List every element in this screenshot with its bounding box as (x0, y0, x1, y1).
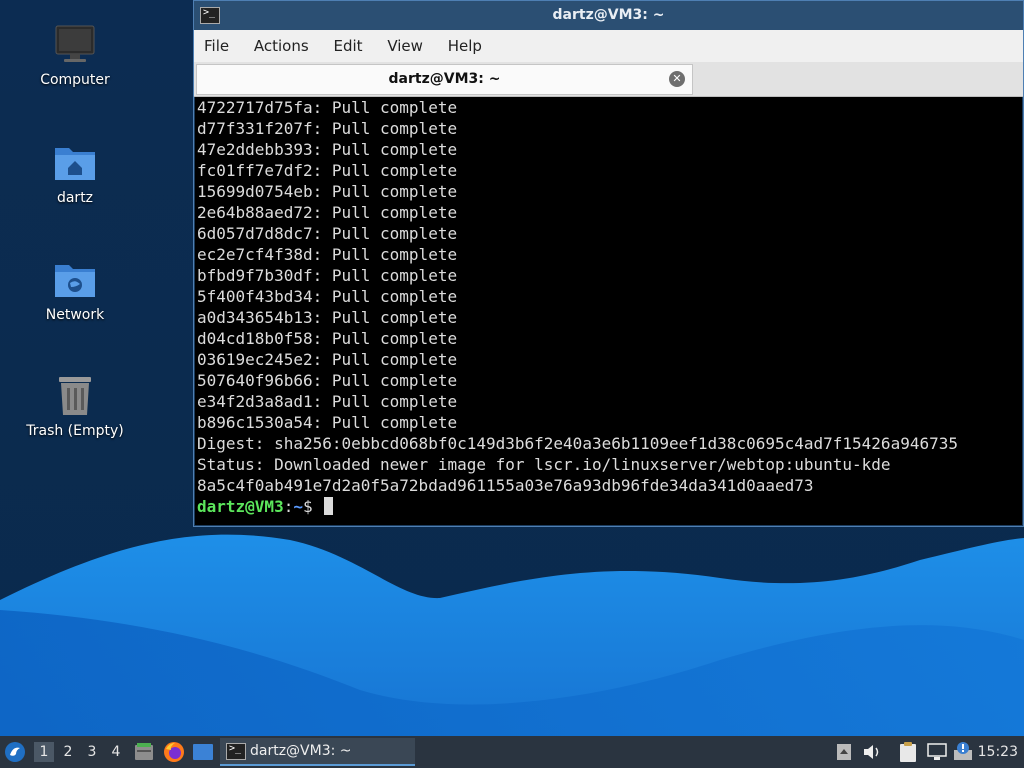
task-label: dartz@VM3: ~ (250, 743, 352, 759)
computer-icon (55, 25, 95, 62)
desktop-icon-label: dartz (56, 190, 94, 206)
prompt-separator: : (283, 497, 294, 516)
update-notifier-icon[interactable] (952, 741, 974, 763)
terminal-prompt: dartz@VM3:~$ (195, 496, 1022, 517)
desktop-icon-home[interactable]: dartz (10, 140, 140, 206)
terminal-output[interactable]: 4722717d75fa: Pull complete d77f331f207f:… (195, 97, 1022, 525)
terminal-lines: 4722717d75fa: Pull complete d77f331f207f:… (195, 97, 1022, 496)
network-status-icon[interactable] (926, 742, 948, 762)
terminal-line: b896c1530a54: Pull complete (197, 413, 458, 432)
terminal-app-icon: >_ (226, 743, 246, 760)
window-titlebar[interactable]: >_ dartz@VM3: ~ (194, 1, 1023, 30)
terminal-line: e34f2d3a8ad1: Pull complete (197, 392, 458, 411)
menu-view[interactable]: View (377, 30, 433, 62)
terminal-window[interactable]: >_ dartz@VM3: ~ File Actions Edit View H… (193, 0, 1024, 527)
terminal-line: Digest: sha256:0ebbcd068bf0c149d3b6f2e40… (197, 434, 958, 453)
tab-terminal[interactable]: dartz@VM3: ~ ✕ (196, 64, 693, 95)
desktop-icon-label: Trash (Empty) (26, 423, 124, 439)
terminal-line: 6d057d7d8dc7: Pull complete (197, 224, 458, 243)
taskbar-terminal-task[interactable]: >_ dartz@VM3: ~ (220, 738, 415, 766)
close-icon[interactable]: ✕ (669, 71, 685, 87)
terminal-line: 4722717d75fa: Pull complete (197, 98, 458, 117)
clipboard-icon[interactable] (898, 741, 918, 763)
network-folder-icon (55, 265, 95, 297)
start-menu-icon[interactable] (4, 741, 26, 763)
keyboard-layout-icon[interactable] (836, 743, 852, 761)
menu-actions[interactable]: Actions (244, 30, 319, 62)
workspace-1[interactable]: 1 (34, 742, 54, 762)
menu-bar: File Actions Edit View Help (194, 30, 1023, 62)
text-cursor (324, 497, 334, 515)
terminal-line: 15699d0754eb: Pull complete (197, 182, 458, 201)
terminal-line: fc01ff7e7df2: Pull complete (197, 161, 458, 180)
menu-edit[interactable]: Edit (323, 30, 372, 62)
terminal-line: 2e64b88aed72: Pull complete (197, 203, 458, 222)
terminal-line: 03619ec245e2: Pull complete (197, 350, 458, 369)
menu-file[interactable]: File (194, 30, 239, 62)
workspace-3[interactable]: 3 (82, 742, 102, 762)
volume-icon[interactable] (862, 743, 882, 761)
desktop-icon-label: Network (45, 307, 105, 323)
workspace-2[interactable]: 2 (58, 742, 78, 762)
menu-help[interactable]: Help (438, 30, 492, 62)
firefox-icon[interactable] (163, 741, 185, 763)
terminal-line: 47e2ddebb393: Pull complete (197, 140, 458, 159)
terminal-line: d77f331f207f: Pull complete (197, 119, 458, 138)
desktop-icon-computer[interactable]: Computer (10, 22, 140, 88)
tab-label: dartz@VM3: ~ (388, 71, 501, 87)
workspace-4[interactable]: 4 (106, 742, 126, 762)
prompt-symbol: $ (302, 497, 323, 516)
trash-icon (59, 377, 91, 415)
tab-bar: dartz@VM3: ~ ✕ (194, 62, 1023, 97)
prompt-path: ~ (293, 497, 303, 516)
window-title: dartz@VM3: ~ (552, 7, 665, 23)
terminal-line: Status: Downloaded newer image for lscr.… (197, 455, 891, 474)
desktop-icon-trash[interactable]: Trash (Empty) (10, 373, 140, 439)
desktop-icon-network[interactable]: Network (10, 257, 140, 323)
show-desktop-icon[interactable] (192, 742, 214, 762)
desktop-icon-label: Computer (40, 72, 110, 88)
terminal-line: a0d343654b13: Pull complete (197, 308, 458, 327)
clock[interactable]: 15:23 (978, 744, 1018, 760)
terminal-line: d04cd18b0f58: Pull complete (197, 329, 458, 348)
terminal-line: ec2e7cf4f38d: Pull complete (197, 245, 458, 264)
terminal-line: 5f400f43bd34: Pull complete (197, 287, 458, 306)
terminal-line: bfbd9f7b30df: Pull complete (197, 266, 458, 285)
prompt-user: dartz@VM3 (197, 497, 284, 516)
terminal-line: 8a5c4f0ab491e7d2a0f5a72bdad961155a03e76a… (197, 476, 814, 495)
file-manager-icon[interactable] (134, 742, 154, 762)
taskbar: 1 2 3 4 >_ dartz@VM3: ~ 15:23 (0, 736, 1024, 768)
terminal-line: 507640f96b66: Pull complete (197, 371, 458, 390)
home-folder-icon (55, 148, 95, 180)
